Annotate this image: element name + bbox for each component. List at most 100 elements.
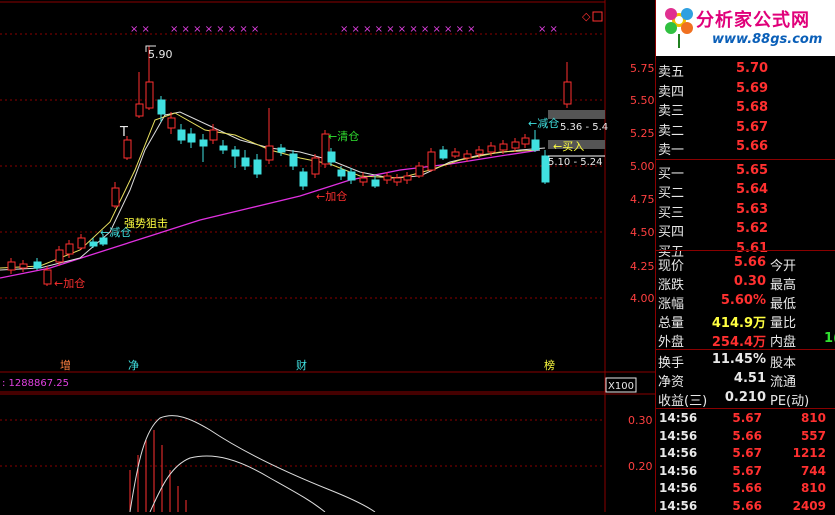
tick-time: 14:56 — [659, 411, 698, 425]
flower-icon — [665, 8, 693, 48]
candle-body[interactable] — [123, 139, 132, 159]
stat-label-2: PE(动) — [770, 394, 810, 409]
candle-body[interactable] — [177, 129, 186, 141]
tick-price: 5.66 — [732, 481, 762, 495]
candle-body[interactable] — [327, 151, 336, 163]
window-icon — [592, 11, 603, 22]
candle-body[interactable] — [7, 261, 16, 271]
buy-level-label: 买二 — [658, 186, 685, 201]
stat-value: 5.60% — [720, 293, 766, 308]
stat-label: 换手 — [658, 356, 685, 371]
buy-level-price: 5.64 — [736, 182, 769, 197]
candle-body[interactable] — [199, 139, 208, 147]
candle-body[interactable] — [511, 141, 520, 149]
candle-body[interactable] — [337, 169, 346, 177]
candle-body[interactable] — [289, 153, 298, 167]
candle-body[interactable] — [167, 117, 176, 129]
sell-level-label: 卖五 — [658, 65, 685, 80]
candle-body[interactable] — [383, 175, 392, 181]
candle-body[interactable] — [563, 81, 572, 105]
tick-row[interactable]: 14:56 5.67 1212 — [656, 446, 835, 462]
candle-body[interactable] — [371, 179, 380, 187]
stat-row: 涨跌 0.30 最高 — [656, 273, 835, 293]
candle-body[interactable] — [427, 151, 436, 171]
buy-level[interactable]: 买三 5.63 — [656, 201, 835, 221]
qiangshi-label: 强势狙击 — [124, 217, 168, 230]
stat-row: 收益(三) 0.210 PE(动) — [656, 389, 835, 409]
tick-row[interactable]: 14:56 5.66 2409 — [656, 499, 835, 515]
price-axis-label: 4.25 — [630, 260, 655, 273]
candle-body[interactable] — [89, 241, 98, 247]
stat-label: 涨幅 — [658, 297, 685, 312]
ma-purple — [0, 149, 541, 279]
tick-row[interactable]: 14:56 5.67 744 — [656, 464, 835, 480]
candle-body[interactable] — [241, 157, 250, 167]
candle-body[interactable] — [111, 187, 120, 207]
buy-level[interactable]: 买二 5.64 — [656, 181, 835, 201]
x100-label: X100 — [608, 381, 634, 392]
sell-level[interactable]: 卖二 5.67 — [656, 119, 835, 139]
candle-body[interactable] — [65, 243, 74, 255]
candle-body[interactable] — [19, 263, 28, 269]
lower-axis-020: 0.20 — [628, 460, 653, 473]
buy-level-label: 买三 — [658, 205, 685, 221]
candle-body[interactable] — [145, 81, 154, 109]
stat-value: 5.66 — [733, 255, 766, 270]
candle-body[interactable] — [135, 103, 144, 117]
candle-body[interactable] — [359, 177, 368, 183]
candle-body[interactable] — [531, 139, 540, 151]
candle-body[interactable] — [55, 249, 64, 263]
svg-text:× ×: × × — [130, 24, 150, 35]
candle-body[interactable] — [33, 261, 42, 269]
candle-body[interactable] — [187, 133, 196, 143]
buy-level[interactable]: 买四 5.62 — [656, 220, 835, 240]
candle-body[interactable] — [265, 145, 274, 161]
site-logo: 分析家公式网 www.88gs.com — [656, 0, 835, 56]
sell-level[interactable]: 卖三 5.68 — [656, 99, 835, 119]
tick-volume: 1212 — [792, 446, 826, 460]
candle-body[interactable] — [157, 99, 166, 115]
candle-body[interactable] — [311, 157, 320, 175]
stat-row: 换手 11.45% 股本 — [656, 351, 835, 371]
sell-level[interactable]: 卖五 5.70 — [656, 60, 835, 80]
lower-axis-030: 0.30 — [628, 414, 653, 427]
event-marker-jing: 净 — [128, 358, 139, 372]
candle-body[interactable] — [347, 171, 356, 181]
candle-body[interactable] — [463, 153, 472, 159]
peak-label: 5.90 — [148, 48, 173, 61]
candle-body[interactable] — [403, 175, 412, 181]
candle-body[interactable] — [451, 151, 460, 157]
qingcang-label: ←清仓 — [328, 129, 359, 143]
tick-row[interactable]: 14:56 5.67 810 — [656, 411, 835, 427]
tick-row[interactable]: 14:56 5.66 810 — [656, 481, 835, 497]
stat-row: 涨幅 5.60% 最低 — [656, 292, 835, 312]
candle-body[interactable] — [487, 145, 496, 153]
candle-body[interactable] — [393, 177, 402, 183]
candle-body[interactable] — [43, 269, 52, 285]
stat-value-2: 1( — [824, 331, 835, 346]
jiacang-label-2: ←加仓 — [316, 189, 347, 203]
candle-body[interactable] — [499, 143, 508, 151]
kline-chart[interactable]: × × × × × × × × × × × × × × × × × × × × ×… — [0, 0, 655, 512]
candle-body[interactable] — [219, 145, 228, 151]
sell-level-label: 卖三 — [658, 104, 685, 119]
candle-body[interactable] — [231, 149, 240, 157]
candle-body[interactable] — [253, 159, 262, 175]
stat-value: 254.4万 — [711, 335, 766, 350]
tick-time: 14:56 — [659, 498, 698, 513]
candle-body[interactable] — [439, 149, 448, 159]
tick-row[interactable]: 14:56 5.66 557 — [656, 429, 835, 445]
candle-body[interactable] — [415, 165, 424, 177]
candle-body[interactable] — [277, 147, 286, 153]
candle-body[interactable] — [299, 171, 308, 187]
candle-body[interactable] — [209, 129, 218, 141]
sell-level[interactable]: 卖四 5.69 — [656, 80, 835, 100]
candle-body[interactable] — [77, 237, 86, 249]
candle-body[interactable] — [475, 149, 484, 155]
candle-body[interactable] — [521, 137, 530, 145]
buy-level[interactable]: 买一 5.65 — [656, 162, 835, 182]
sell-level[interactable]: 卖一 5.66 — [656, 138, 835, 158]
price-axis-label: 4.75 — [630, 193, 655, 206]
stat-value: 0.210 — [724, 390, 766, 405]
stat-label-2: 最高 — [770, 278, 797, 293]
